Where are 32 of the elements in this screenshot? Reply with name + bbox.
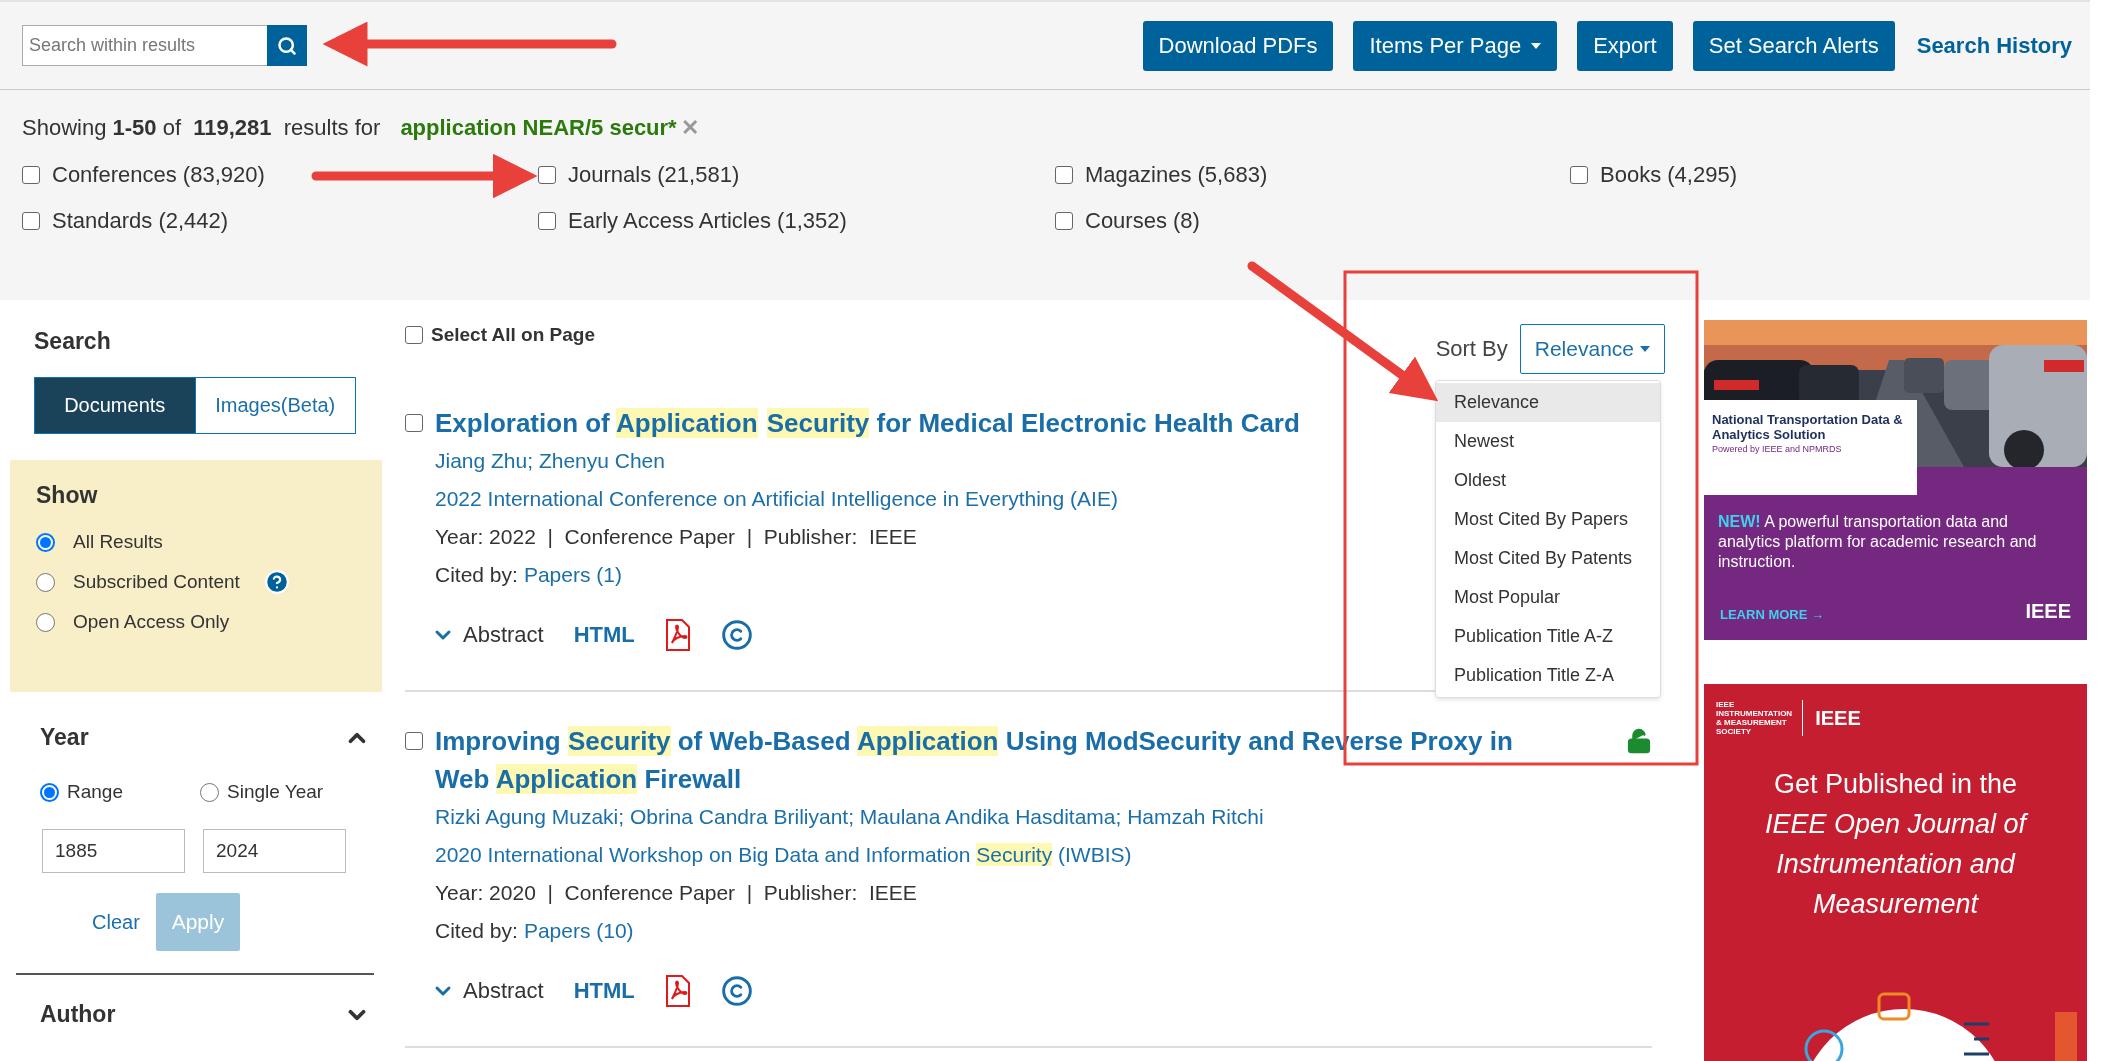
ad-title: National Transportation Data & Analytics Solution	[1712, 412, 1904, 442]
section-heading: Author	[40, 1001, 116, 1028]
filter-label: Magazines (5,683)	[1085, 162, 1268, 188]
radio-label: Open Access Only	[73, 611, 230, 633]
radio-label: Subscribed Content	[73, 571, 240, 593]
publication-meta: Year: 2020 | Conference Paper | Publisher: IEEE	[435, 880, 917, 906]
filter-label: Courses (8)	[1085, 208, 1200, 234]
filter-label: Journals (21,581)	[568, 162, 740, 188]
society-logo: IEEE INSTRUMENTATION & MEASUREMENT SOCIETY	[1716, 700, 1804, 736]
panel-heading: Show	[36, 482, 99, 509]
results-summary: Showing 1-50 of 119,281 results for	[22, 115, 381, 141]
radio-label: Single Year	[227, 781, 324, 803]
brand-logo: IEEE	[2025, 600, 2071, 622]
cited-by-label: Cited by:	[435, 562, 518, 588]
ad-headline: Get Published in the	[1772, 768, 2019, 801]
section-heading: Year	[40, 724, 89, 751]
radio-label: Range	[67, 781, 123, 803]
brand-logo: IEEE	[1815, 706, 1861, 730]
ad-text: NEW! A powerful transportation data and analytics platform for academic research and instruction.	[1718, 512, 2038, 572]
select-all-label: Select All on Page	[431, 324, 595, 346]
search-query: application NEAR/5 secur*	[400, 115, 677, 141]
filter-label: Standards (2,442)	[52, 208, 229, 234]
publication-meta: Year: 2022 | Conference Paper | Publisher: IEEE	[435, 524, 917, 550]
cited-by-label: Cited by:	[435, 918, 518, 944]
journal-name: IEEE Open Journal of Instrumentation and Measurement	[1763, 808, 2030, 921]
radio-label: All Results	[73, 531, 163, 553]
sort-label: Sort By	[1435, 336, 1508, 362]
filter-label: Early Access Articles (1,352)	[568, 208, 847, 234]
ad-subtitle: Powered by IEEE and NPMRDS	[1712, 444, 1843, 454]
filter-label: Conferences (83,920)	[52, 162, 265, 188]
section-heading: Search	[33, 327, 112, 355]
filter-label: Books (4,295)	[1600, 162, 1737, 188]
